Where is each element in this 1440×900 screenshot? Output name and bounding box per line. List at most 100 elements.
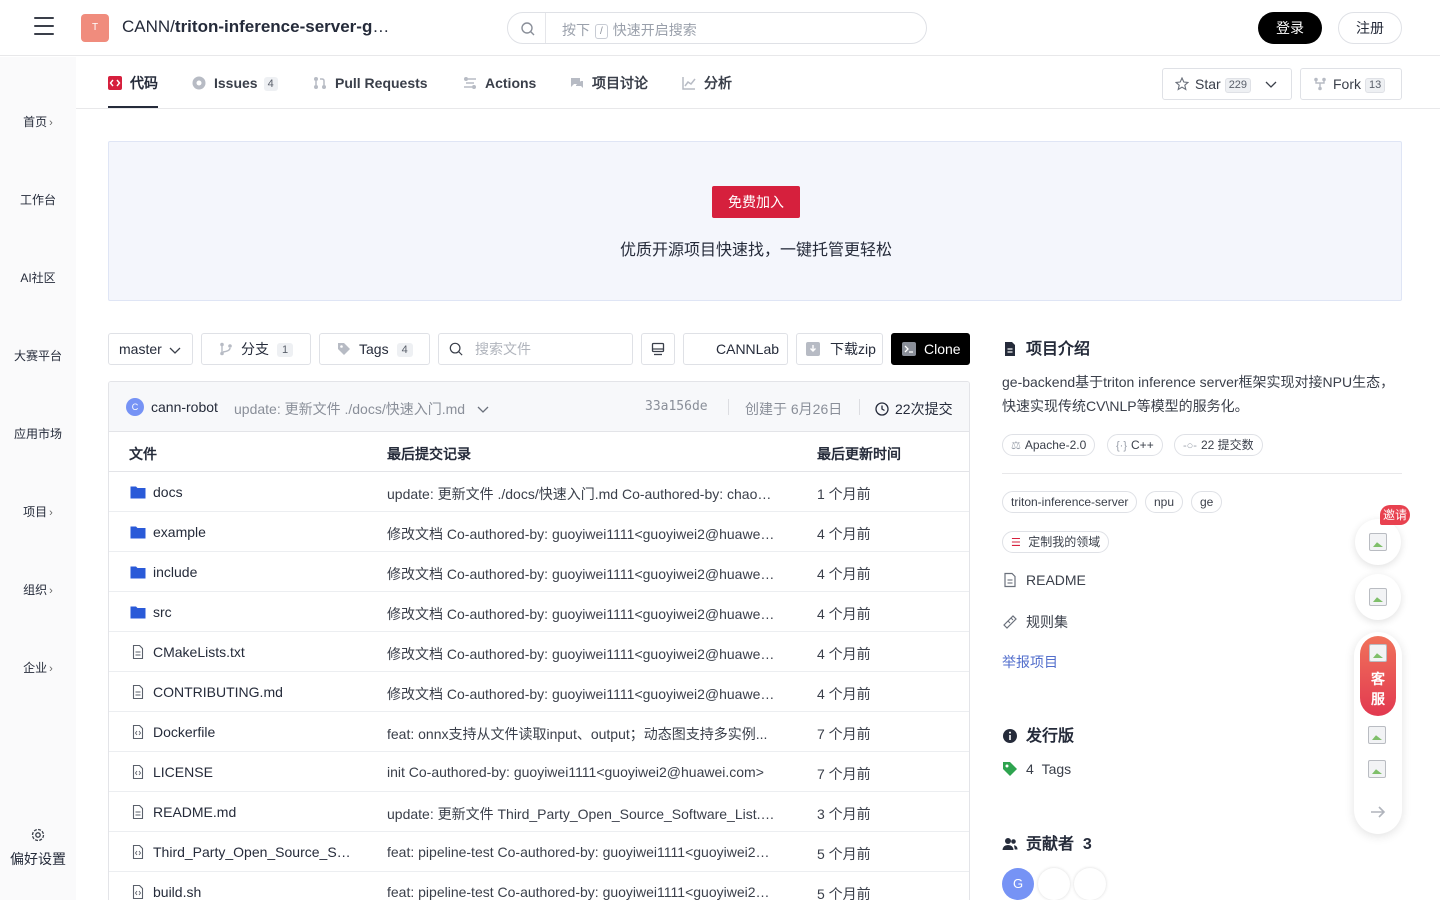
readme-link[interactable]: README <box>1002 572 1086 588</box>
table-row[interactable]: src 修改文档 Co-authored-by: guoyiwei1111<guo… <box>109 592 969 632</box>
join-free-button[interactable]: 免费加入 <box>712 186 800 218</box>
report-project-link[interactable]: 举报项目 <box>1002 652 1058 672</box>
tab-actions[interactable]: Actions <box>463 57 536 109</box>
sidebar-item-ai-community[interactable]: AI社区 <box>0 269 76 286</box>
commit-message-link[interactable]: update: 更新文件 ./docs/快速入门.md Co-authored-… <box>387 484 775 504</box>
table-row[interactable]: Third_Party_Open_Source_Software_List.md… <box>109 832 969 872</box>
commit-message-link[interactable]: feat: pipeline-test Co-authored-by: guoy… <box>387 884 775 900</box>
register-button[interactable]: 注册 <box>1338 12 1402 44</box>
rules-link[interactable]: 规则集 <box>1002 612 1068 632</box>
avatar[interactable] <box>1038 868 1070 900</box>
table-row[interactable]: README.md update: 更新文件 Third_Party_Open_S… <box>109 792 969 832</box>
commit-message-link[interactable]: 修改文档 Co-authored-by: guoyiwei1111<guoyiw… <box>387 684 775 704</box>
commit-message-link[interactable]: feat: pipeline-test Co-authored-by: guoy… <box>387 844 775 860</box>
repo-title[interactable]: CANN/triton-inference-server-ge-backend <box>122 17 392 37</box>
sidebar-item-app-market[interactable]: 应用市场 <box>0 425 76 442</box>
language-chip[interactable]: {·} C++ <box>1107 434 1163 456</box>
float-action-button[interactable] <box>1355 574 1401 620</box>
file-name-link[interactable]: CONTRIBUTING.md <box>153 684 353 700</box>
chevron-down-icon[interactable] <box>1265 79 1277 89</box>
tab-discussions[interactable]: 项目讨论 <box>570 57 648 109</box>
releases-tags-link[interactable]: 4 Tags <box>1002 761 1071 777</box>
sidebar-item-home[interactable]: 首页 › <box>0 113 76 130</box>
file-name-link[interactable]: src <box>153 604 353 620</box>
commit-message-link[interactable]: feat: onnx支持从文件读取input、output；动态图支持多实例..… <box>387 724 775 744</box>
file-name-link[interactable]: Third_Party_Open_Source_Software_List.md <box>153 844 353 860</box>
branches-button[interactable]: 分支 1 <box>201 333 311 365</box>
file-name-link[interactable]: CMakeLists.txt <box>153 644 353 660</box>
commit-hash[interactable]: 33a156de <box>645 399 708 414</box>
clone-button[interactable]: Clone <box>891 333 970 365</box>
table-row[interactable]: example 修改文档 Co-authored-by: guoyiwei1111… <box>109 512 969 552</box>
avatar[interactable]: C <box>126 398 144 416</box>
topic-chip[interactable]: ge <box>1191 491 1223 513</box>
web-ide-button[interactable] <box>641 333 675 365</box>
tab-issues[interactable]: Issues 4 <box>192 57 278 109</box>
commit-message-link[interactable]: 修改文档 Co-authored-by: guoyiwei1111<guoyiw… <box>387 564 775 584</box>
sidebar-item-enterprise[interactable]: 企业 › <box>0 659 76 676</box>
file-name-link[interactable]: include <box>153 564 353 580</box>
avatar[interactable] <box>1074 868 1106 900</box>
menu-icon[interactable] <box>34 17 54 37</box>
table-row[interactable]: LICENSE init Co-authored-by: guoyiwei1111… <box>109 752 969 792</box>
commit-message[interactable]: update: 更新文件 ./docs/快速入门.md <box>234 399 489 419</box>
license-chip[interactable]: ⚖ Apache-2.0 <box>1002 434 1096 456</box>
tab-label: 分析 <box>704 75 732 91</box>
fork-button[interactable]: Fork 13 <box>1300 68 1402 100</box>
search-placeholder[interactable]: 按下 / 快速开启搜索 <box>562 20 697 40</box>
commit-author[interactable]: cann-robot <box>151 399 218 415</box>
avatar[interactable]: G <box>1002 868 1034 900</box>
commit-count-link[interactable]: 22次提交 <box>875 399 953 419</box>
commit-message-link[interactable]: update: 更新文件 Third_Party_Open_Source_Sof… <box>387 804 775 824</box>
updated-time: 3 个月前 <box>817 806 871 822</box>
commit-message-link[interactable]: 修改文档 Co-authored-by: guoyiwei1111<guoyiw… <box>387 644 775 664</box>
tags-button[interactable]: Tags 4 <box>319 333 430 365</box>
file-name-link[interactable]: docs <box>153 484 353 500</box>
repo-name[interactable]: triton-inference-server-ge-backend <box>175 17 392 36</box>
chevron-down-icon[interactable] <box>477 404 489 414</box>
table-row[interactable]: CMakeLists.txt 修改文档 Co-authored-by: guoyi… <box>109 632 969 672</box>
sidebar-item-projects[interactable]: 项目 › <box>0 503 76 520</box>
file-name-link[interactable]: build.sh <box>153 884 353 900</box>
file-name-link[interactable]: Dockerfile <box>153 724 353 740</box>
qr-image-icon[interactable] <box>1368 760 1386 778</box>
repo-owner[interactable]: CANN/ <box>122 17 175 36</box>
table-row[interactable]: Dockerfile feat: onnx支持从文件读取input、output；… <box>109 712 969 752</box>
folder-icon <box>130 526 146 539</box>
file-name-link[interactable]: example <box>153 524 353 540</box>
file-name-link[interactable]: LICENSE <box>153 764 353 780</box>
file-name-link[interactable]: README.md <box>153 804 353 820</box>
topic-chip[interactable]: triton-inference-server <box>1002 491 1138 513</box>
sidebar-item-competition[interactable]: 大赛平台 <box>0 347 76 364</box>
license-text: Apache-2.0 <box>1024 438 1087 452</box>
table-row[interactable]: docs update: 更新文件 ./docs/快速入门.md Co-autho… <box>109 472 969 512</box>
preferences-button[interactable]: 偏好设置 <box>0 827 76 869</box>
topic-chip[interactable]: npu <box>1145 491 1184 513</box>
commits-chip[interactable]: -○- 22 提交数 <box>1174 434 1263 456</box>
commit-message-link[interactable]: 修改文档 Co-authored-by: guoyiwei1111<guoyiw… <box>387 604 775 624</box>
tab-code[interactable]: 代码 <box>108 57 158 109</box>
invite-button[interactable] <box>1355 519 1401 565</box>
table-row[interactable]: include 修改文档 Co-authored-by: guoyiwei1111… <box>109 552 969 592</box>
invite-badge[interactable]: 邀请 <box>1380 505 1410 525</box>
cannlab-button[interactable]: CANNLab <box>683 333 788 365</box>
branch-select[interactable]: master <box>108 333 193 365</box>
feedback-image-icon[interactable] <box>1368 726 1386 744</box>
star-button[interactable]: Star 229 <box>1162 68 1292 100</box>
tags-label: Tags <box>1041 761 1072 777</box>
commit-message-link[interactable]: init Co-authored-by: guoyiwei1111<guoyiw… <box>387 764 775 780</box>
commit-message-link[interactable]: 修改文档 Co-authored-by: guoyiwei1111<guoyiw… <box>387 524 775 544</box>
arrow-right-icon[interactable] <box>1368 802 1388 822</box>
customer-service-button[interactable]: 客 服 <box>1360 636 1396 716</box>
customize-domain-chip[interactable]: ☰ 定制我的领域 <box>1002 531 1110 553</box>
login-button[interactable]: 登录 <box>1258 12 1322 44</box>
tab-pull-requests[interactable]: Pull Requests <box>313 57 428 109</box>
file-search-input[interactable]: 搜索文件 <box>438 333 633 365</box>
global-search[interactable]: 按下 / 快速开启搜索 <box>507 12 927 44</box>
table-row[interactable]: build.sh feat: pipeline-test Co-authored-… <box>109 872 969 900</box>
tab-analytics[interactable]: 分析 <box>682 57 732 109</box>
download-zip-button[interactable]: 下载zip <box>796 333 883 365</box>
sidebar-item-orgs[interactable]: 组织 › <box>0 581 76 598</box>
table-row[interactable]: CONTRIBUTING.md 修改文档 Co-authored-by: guoy… <box>109 672 969 712</box>
sidebar-item-workbench[interactable]: 工作台 <box>0 191 76 208</box>
